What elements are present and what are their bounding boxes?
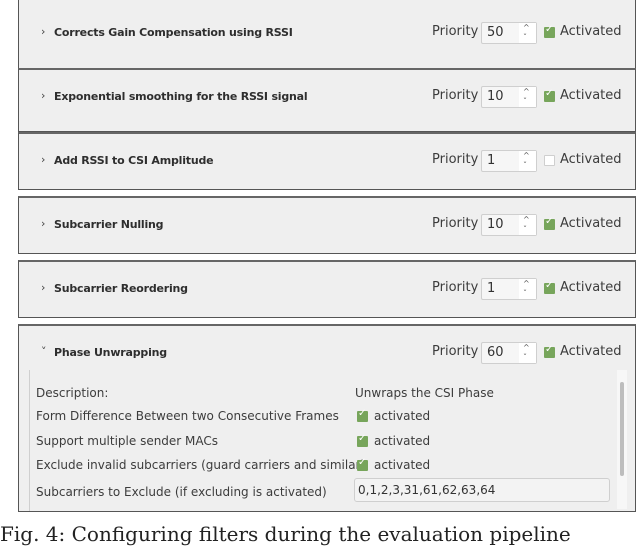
priority-value[interactable]: 1	[487, 153, 495, 168]
decrement-icon[interactable]: ˇ	[523, 354, 527, 362]
form-difference-value[interactable]: activated	[374, 409, 430, 423]
exclude-invalid-label: Exclude invalid subcarriers (guard carri…	[36, 458, 366, 472]
chevron-right-icon[interactable]: ›	[41, 153, 45, 166]
priority-spinbox[interactable]: 1 ^ ˇ	[481, 278, 537, 300]
form-difference-checkbox[interactable]	[357, 408, 368, 422]
increment-icon[interactable]: ^	[523, 24, 530, 32]
activated-checkbox[interactable]	[544, 88, 555, 102]
priority-label: Priority	[432, 280, 479, 295]
priority-label: Priority	[432, 24, 479, 39]
multi-mac-label: Support multiple sender MACs	[36, 434, 219, 448]
activated-label[interactable]: Activated	[560, 88, 622, 103]
activated-checkbox[interactable]	[544, 280, 555, 294]
filter-title: Subcarrier Nulling	[54, 218, 164, 231]
description-label: Description:	[36, 386, 109, 400]
priority-spinbox[interactable]: 10 ^ ˇ	[481, 86, 537, 108]
increment-icon[interactable]: ^	[523, 216, 530, 224]
chevron-right-icon[interactable]: ›	[41, 25, 45, 38]
activated-label[interactable]: Activated	[560, 24, 622, 39]
filter-panel-exponential-smoothing: › Exponential smoothing for the RSSI sig…	[18, 68, 636, 132]
filter-header[interactable]: › Subcarrier Reordering Priority 1 ^ ˇ Ac…	[19, 262, 635, 324]
priority-spinbox[interactable]: 10 ^ ˇ	[481, 214, 537, 236]
filter-header[interactable]: ˅ Phase Unwrapping Priority 60 ^ ˇ Activa…	[19, 326, 635, 376]
filter-header[interactable]: › Add RSSI to CSI Amplitude Priority 1 ^…	[19, 134, 635, 196]
priority-value[interactable]: 10	[487, 89, 504, 104]
priority-label: Priority	[432, 152, 479, 167]
filter-header[interactable]: › Exponential smoothing for the RSSI sig…	[19, 70, 635, 132]
form-difference-label: Form Difference Between two Consecutive …	[36, 409, 339, 423]
filter-panel-add-rssi: › Add RSSI to CSI Amplitude Priority 1 ^…	[18, 132, 636, 190]
filter-title: Phase Unwrapping	[54, 346, 167, 359]
priority-value[interactable]: 1	[487, 281, 495, 296]
decrement-icon[interactable]: ˇ	[523, 226, 527, 234]
increment-icon[interactable]: ^	[523, 88, 530, 96]
exclude-invalid-checkbox[interactable]	[357, 457, 368, 471]
filter-title: Add RSSI to CSI Amplitude	[54, 154, 214, 167]
activated-checkbox[interactable]	[544, 24, 555, 38]
subcarriers-input[interactable]: 0,1,2,3,31,61,62,63,64	[354, 478, 610, 502]
activated-checkbox[interactable]	[544, 344, 555, 358]
scrollbar[interactable]	[617, 370, 627, 509]
filter-panel-subcarrier-nulling: › Subcarrier Nulling Priority 10 ^ ˇ Acti…	[18, 196, 636, 254]
activated-label[interactable]: Activated	[560, 280, 622, 295]
multi-mac-checkbox[interactable]	[357, 433, 368, 447]
filter-panel-gain-compensation: › Corrects Gain Compensation using RSSI …	[18, 0, 636, 70]
chevron-right-icon[interactable]: ›	[41, 217, 45, 230]
activated-label[interactable]: Activated	[560, 344, 622, 359]
priority-value[interactable]: 60	[487, 345, 504, 360]
description-value: Unwraps the CSI Phase	[355, 386, 494, 400]
priority-spinbox[interactable]: 1 ^ ˇ	[481, 150, 537, 172]
increment-icon[interactable]: ^	[523, 344, 530, 352]
activated-label[interactable]: Activated	[560, 216, 622, 231]
filter-header[interactable]: › Subcarrier Nulling Priority 10 ^ ˇ Acti…	[19, 198, 635, 260]
priority-label: Priority	[432, 88, 479, 103]
priority-value[interactable]: 10	[487, 217, 504, 232]
filter-panel-phase-unwrapping: ˅ Phase Unwrapping Priority 60 ^ ˇ Activa…	[18, 324, 636, 512]
activated-checkbox[interactable]	[544, 216, 555, 230]
activated-label[interactable]: Activated	[560, 152, 622, 167]
chevron-right-icon[interactable]: ›	[41, 89, 45, 102]
activated-checkbox[interactable]	[544, 155, 555, 166]
decrement-icon[interactable]: ˇ	[523, 34, 527, 42]
priority-label: Priority	[432, 216, 479, 231]
filter-title: Subcarrier Reordering	[54, 282, 188, 295]
filter-title: Exponential smoothing for the RSSI signa…	[54, 90, 308, 103]
multi-mac-value[interactable]: activated	[374, 434, 430, 448]
scrollbar-thumb[interactable]	[620, 382, 624, 476]
exclude-invalid-value[interactable]: activated	[374, 458, 430, 472]
priority-spinbox[interactable]: 60 ^ ˇ	[481, 342, 537, 364]
priority-value[interactable]: 50	[487, 25, 504, 40]
figure-caption: Fig. 4: Configuring filters during the e…	[0, 522, 571, 546]
decrement-icon[interactable]: ˇ	[523, 290, 527, 298]
decrement-icon[interactable]: ˇ	[523, 162, 527, 170]
increment-icon[interactable]: ^	[523, 280, 530, 288]
filter-header[interactable]: › Corrects Gain Compensation using RSSI …	[19, 0, 635, 62]
priority-label: Priority	[432, 344, 479, 359]
filter-details: Description: Unwraps the CSI Phase Form …	[29, 370, 627, 511]
decrement-icon[interactable]: ˇ	[523, 98, 527, 106]
increment-icon[interactable]: ^	[523, 152, 530, 160]
chevron-down-icon[interactable]: ˅	[41, 345, 47, 358]
filter-title: Corrects Gain Compensation using RSSI	[54, 26, 293, 39]
subcarriers-label: Subcarriers to Exclude (if excluding is …	[36, 485, 327, 499]
priority-spinbox[interactable]: 50 ^ ˇ	[481, 22, 537, 44]
filter-panel-subcarrier-reordering: › Subcarrier Reordering Priority 1 ^ ˇ Ac…	[18, 260, 636, 318]
chevron-right-icon[interactable]: ›	[41, 281, 45, 294]
